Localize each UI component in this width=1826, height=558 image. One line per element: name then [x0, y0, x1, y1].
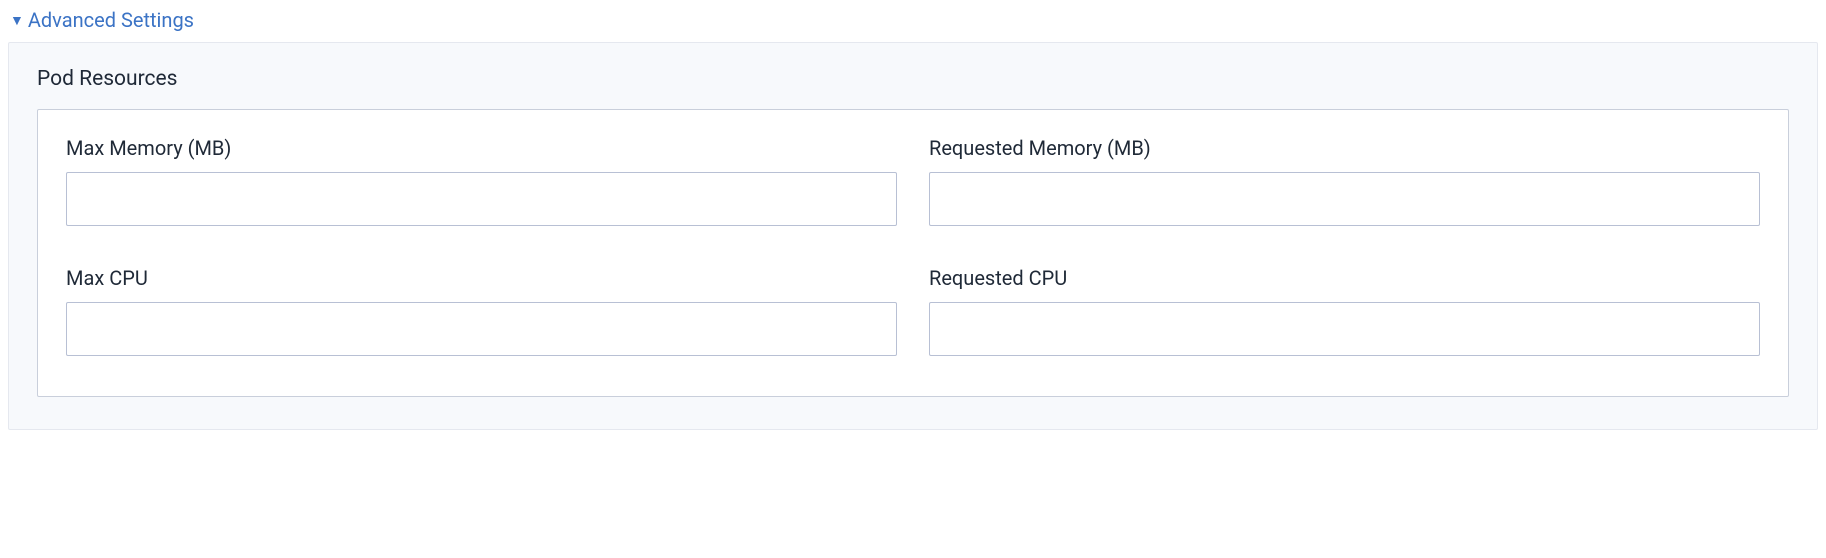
form-row: Max CPU Requested CPU — [66, 266, 1760, 356]
max-cpu-label: Max CPU — [66, 266, 897, 290]
advanced-settings-label: Advanced Settings — [28, 8, 194, 32]
max-cpu-group: Max CPU — [66, 266, 897, 356]
max-memory-label: Max Memory (MB) — [66, 136, 897, 160]
requested-memory-group: Requested Memory (MB) — [929, 136, 1760, 226]
caret-down-icon: ▼ — [10, 12, 24, 29]
max-cpu-input[interactable] — [66, 302, 897, 356]
pod-resources-fieldset: Max Memory (MB) Requested Memory (MB) Ma… — [37, 109, 1789, 397]
advanced-settings-toggle[interactable]: ▼ Advanced Settings — [8, 8, 1818, 32]
max-memory-group: Max Memory (MB) — [66, 136, 897, 226]
pod-resources-title: Pod Resources — [37, 67, 1789, 91]
requested-cpu-group: Requested CPU — [929, 266, 1760, 356]
requested-cpu-input[interactable] — [929, 302, 1760, 356]
max-memory-input[interactable] — [66, 172, 897, 226]
requested-memory-label: Requested Memory (MB) — [929, 136, 1760, 160]
form-row: Max Memory (MB) Requested Memory (MB) — [66, 136, 1760, 226]
requested-cpu-label: Requested CPU — [929, 266, 1760, 290]
requested-memory-input[interactable] — [929, 172, 1760, 226]
advanced-settings-panel: Pod Resources Max Memory (MB) Requested … — [8, 42, 1818, 430]
